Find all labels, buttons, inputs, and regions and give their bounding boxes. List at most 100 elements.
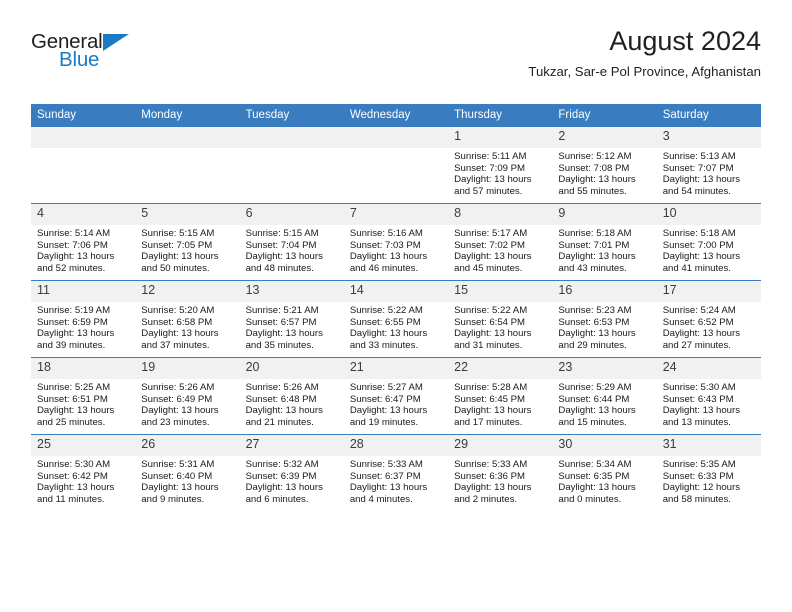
calendar-day-cell[interactable]: 7 Sunrise: 5:16 AM Sunset: 7:03 PM Daylight…: [343, 203, 449, 281]
sunset-text: Sunset: 7:07 PM: [662, 162, 734, 174]
day-details: Sunrise: 5:13 AM Sunset: 7:07 PM Daylight:…: [657, 148, 761, 197]
weekday-header-friday: Friday: [552, 104, 657, 127]
sunrise-text: Sunrise: 5:25 AM: [37, 382, 111, 393]
sunset-text: Sunset: 6:42 PM: [37, 470, 108, 482]
day-details: Sunrise: 5:34 AM Sunset: 6:35 PM Daylight:…: [552, 456, 656, 505]
day-cell-inner: 9 Sunrise: 5:18 AM Sunset: 7:01 PM Daylight…: [552, 204, 657, 280]
calendar-day-cell[interactable]: 6 Sunrise: 5:15 AM Sunset: 7:04 PM Daylight…: [239, 203, 344, 281]
calendar-day-cell[interactable]: 12 Sunrise: 5:20 AM Sunset: 6:58 PM Dayligh…: [135, 280, 240, 358]
day-number: 4: [31, 204, 136, 225]
calendar-day-cell[interactable]: 26 Sunrise: 5:31 AM Sunset: 6:40 PM Dayligh…: [135, 434, 240, 511]
weekday-header-thursday: Thursday: [448, 104, 553, 127]
day-cell-inner: 3 Sunrise: 5:13 AM Sunset: 7:07 PM Daylight…: [656, 127, 761, 203]
calendar-grid: Sunday Monday Tuesday Wednesday Thursday…: [31, 104, 761, 511]
sunset-text: Sunset: 6:40 PM: [141, 470, 213, 482]
logo-triangle-icon: [103, 34, 129, 51]
day-number: 25: [31, 435, 136, 456]
sunrise-text: Sunrise: 5:19 AM: [37, 305, 111, 316]
daylight-text-line2: and 0 minutes.: [558, 493, 622, 505]
sunrise-text: Sunrise: 5:20 AM: [141, 305, 215, 316]
sunset-text: Sunset: 7:00 PM: [662, 239, 734, 251]
daylight-text-line2: and 50 minutes.: [141, 262, 210, 274]
calendar-day-cell[interactable]: 27 Sunrise: 5:32 AM Sunset: 6:39 PM Dayligh…: [239, 434, 344, 511]
daylight-text-line1: Daylight: 13 hours: [454, 482, 532, 494]
calendar-day-cell[interactable]: 9 Sunrise: 5:18 AM Sunset: 7:01 PM Daylight…: [552, 203, 657, 281]
calendar-day-cell[interactable]: 23 Sunrise: 5:29 AM Sunset: 6:44 PM Dayligh…: [552, 357, 657, 435]
day-details: Sunrise: 5:31 AM Sunset: 6:40 PM Daylight:…: [135, 456, 239, 505]
sunset-text: Sunset: 7:02 PM: [454, 239, 526, 251]
day-details: Sunrise: 5:33 AM Sunset: 6:37 PM Daylight:…: [344, 456, 448, 505]
day-number: 13: [239, 281, 344, 302]
calendar-day-cell[interactable]: 15 Sunrise: 5:22 AM Sunset: 6:54 PM Dayligh…: [448, 280, 553, 358]
daylight-text-line2: and 39 minutes.: [37, 339, 106, 351]
sunset-text: Sunset: 6:48 PM: [245, 393, 317, 405]
calendar-day-cell[interactable]: 11 Sunrise: 5:19 AM Sunset: 6:59 PM Dayligh…: [31, 280, 136, 358]
calendar-day-cell[interactable]: 16 Sunrise: 5:23 AM Sunset: 6:53 PM Dayligh…: [552, 280, 657, 358]
day-cell-inner: [343, 127, 449, 203]
sunrise-text: Sunrise: 5:33 AM: [454, 459, 528, 470]
sunset-text: Sunset: 6:55 PM: [349, 316, 421, 328]
calendar-day-cell[interactable]: 5 Sunrise: 5:15 AM Sunset: 7:05 PM Daylight…: [135, 203, 240, 281]
daylight-text-line2: and 35 minutes.: [245, 339, 314, 351]
sunrise-text: Sunrise: 5:30 AM: [37, 459, 111, 470]
sunset-text: Sunset: 6:37 PM: [349, 470, 421, 482]
daylight-text-line2: and 6 minutes.: [245, 493, 309, 505]
sunset-text: Sunset: 6:44 PM: [558, 393, 630, 405]
day-details: Sunrise: 5:27 AM Sunset: 6:47 PM Daylight:…: [344, 379, 448, 428]
sunrise-text: Sunrise: 5:34 AM: [558, 459, 632, 470]
day-number: 1: [448, 127, 553, 148]
sunrise-text: Sunrise: 5:29 AM: [558, 382, 632, 393]
day-details: [240, 148, 344, 151]
calendar-day-cell[interactable]: 19 Sunrise: 5:26 AM Sunset: 6:49 PM Dayligh…: [135, 357, 240, 435]
calendar-day-cell[interactable]: 24 Sunrise: 5:30 AM Sunset: 6:43 PM Dayligh…: [656, 357, 761, 435]
calendar-day-cell[interactable]: 1 Sunrise: 5:11 AM Sunset: 7:09 PM Daylight…: [448, 127, 553, 204]
calendar-day-cell[interactable]: 20 Sunrise: 5:26 AM Sunset: 6:48 PM Dayligh…: [239, 357, 344, 435]
day-details: Sunrise: 5:26 AM Sunset: 6:49 PM Daylight:…: [135, 379, 239, 428]
day-cell-inner: 24 Sunrise: 5:30 AM Sunset: 6:43 PM Dayligh…: [656, 358, 761, 434]
sunrise-text: Sunrise: 5:11 AM: [454, 151, 527, 162]
day-cell-inner: 21 Sunrise: 5:27 AM Sunset: 6:47 PM Dayligh…: [343, 358, 449, 434]
sunrise-text: Sunrise: 5:15 AM: [141, 228, 215, 239]
day-number: 16: [552, 281, 657, 302]
sunrise-text: Sunrise: 5:31 AM: [141, 459, 215, 470]
calendar-day-cell[interactable]: 25 Sunrise: 5:30 AM Sunset: 6:42 PM Dayligh…: [31, 434, 136, 511]
sunrise-text: Sunrise: 5:28 AM: [454, 382, 528, 393]
calendar-day-cell[interactable]: 31 Sunrise: 5:35 AM Sunset: 6:33 PM Dayligh…: [656, 434, 761, 511]
calendar-day-cell[interactable]: 21 Sunrise: 5:27 AM Sunset: 6:47 PM Dayligh…: [343, 357, 449, 435]
calendar-day-cell-empty: [239, 127, 344, 204]
sunset-text: Sunset: 6:58 PM: [141, 316, 213, 328]
day-details: [135, 148, 239, 151]
day-number: 8: [448, 204, 553, 225]
sunrise-text: Sunrise: 5:27 AM: [349, 382, 423, 393]
calendar-day-cell[interactable]: 14 Sunrise: 5:22 AM Sunset: 6:55 PM Dayligh…: [343, 280, 449, 358]
sunset-text: Sunset: 6:53 PM: [558, 316, 630, 328]
sunset-text: Sunset: 6:35 PM: [558, 470, 630, 482]
calendar-day-cell[interactable]: 22 Sunrise: 5:28 AM Sunset: 6:45 PM Dayligh…: [448, 357, 553, 435]
generalblue-logo[interactable]: General Blue: [31, 31, 141, 78]
calendar-day-cell[interactable]: 2 Sunrise: 5:12 AM Sunset: 7:08 PM Daylight…: [552, 127, 657, 204]
calendar-day-cell[interactable]: 18 Sunrise: 5:25 AM Sunset: 6:51 PM Dayligh…: [31, 357, 136, 435]
sunset-text: Sunset: 6:43 PM: [662, 393, 734, 405]
calendar-day-cell[interactable]: 29 Sunrise: 5:33 AM Sunset: 6:36 PM Dayligh…: [448, 434, 553, 511]
calendar-day-cell[interactable]: 3 Sunrise: 5:13 AM Sunset: 7:07 PM Daylight…: [656, 127, 761, 204]
day-details: Sunrise: 5:23 AM Sunset: 6:53 PM Daylight:…: [552, 302, 656, 351]
daylight-text-line2: and 27 minutes.: [662, 339, 731, 351]
calendar-week-row: 18 Sunrise: 5:25 AM Sunset: 6:51 PM Dayligh…: [31, 357, 761, 435]
daylight-text-line2: and 31 minutes.: [454, 339, 523, 351]
daylight-text-line1: Daylight: 13 hours: [141, 405, 219, 417]
calendar-day-cell[interactable]: 28 Sunrise: 5:33 AM Sunset: 6:37 PM Dayligh…: [343, 434, 449, 511]
calendar-week-row: 25 Sunrise: 5:30 AM Sunset: 6:42 PM Dayligh…: [31, 434, 761, 511]
calendar-day-cell[interactable]: 30 Sunrise: 5:34 AM Sunset: 6:35 PM Dayligh…: [552, 434, 657, 511]
day-cell-inner: 20 Sunrise: 5:26 AM Sunset: 6:48 PM Dayligh…: [239, 358, 344, 434]
day-number: [135, 127, 240, 148]
calendar-day-cell[interactable]: 8 Sunrise: 5:17 AM Sunset: 7:02 PM Daylight…: [448, 203, 553, 281]
sunrise-text: Sunrise: 5:14 AM: [37, 228, 111, 239]
sunrise-text: Sunrise: 5:30 AM: [662, 382, 736, 393]
calendar-day-cell[interactable]: 13 Sunrise: 5:21 AM Sunset: 6:57 PM Dayligh…: [239, 280, 344, 358]
sunrise-text: Sunrise: 5:17 AM: [454, 228, 528, 239]
day-cell-inner: [31, 127, 136, 203]
sunset-text: Sunset: 7:01 PM: [558, 239, 630, 251]
calendar-day-cell[interactable]: 10 Sunrise: 5:18 AM Sunset: 7:00 PM Dayligh…: [656, 203, 761, 281]
calendar-day-cell[interactable]: 17 Sunrise: 5:24 AM Sunset: 6:52 PM Dayligh…: [656, 280, 761, 358]
calendar-day-cell[interactable]: 4 Sunrise: 5:14 AM Sunset: 7:06 PM Daylight…: [31, 203, 136, 281]
